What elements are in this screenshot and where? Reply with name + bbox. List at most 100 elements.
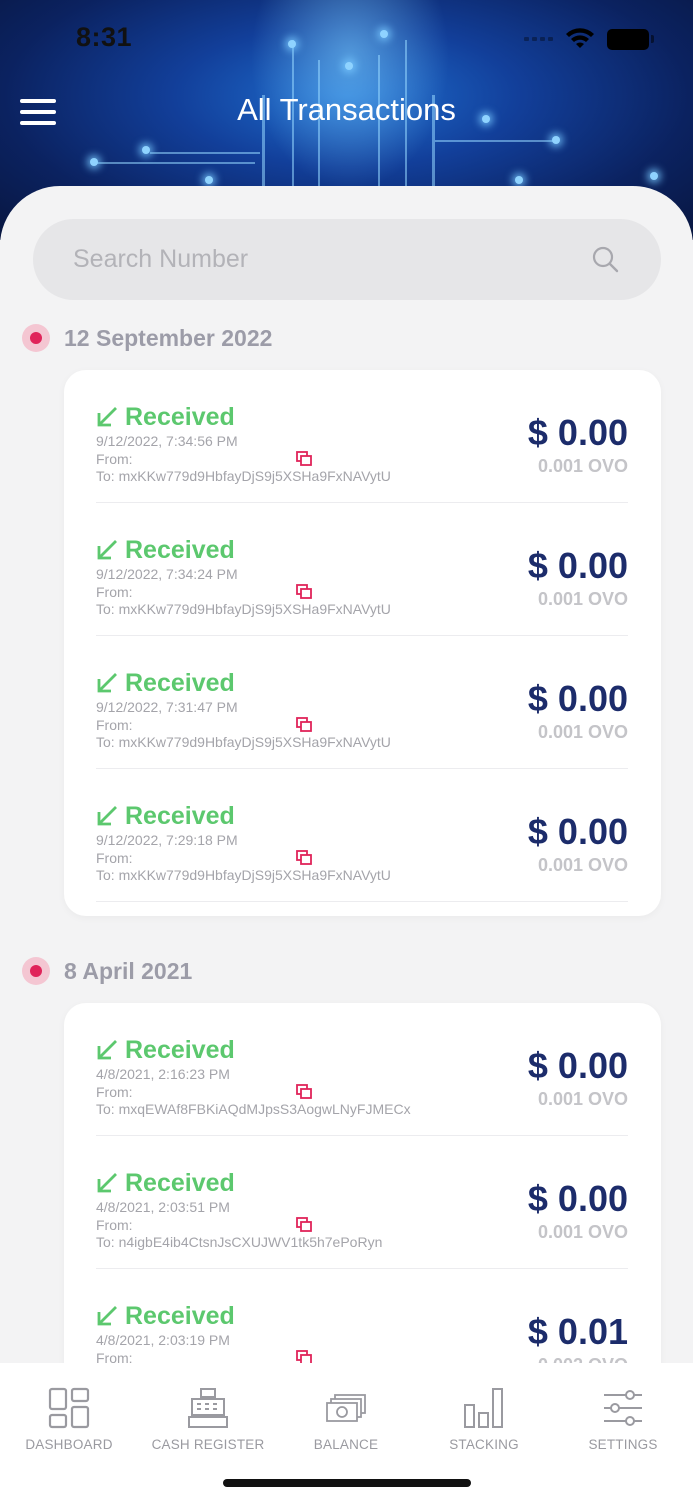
transaction-to: To: mxKKw779d9HbfayDjS9j5XSHa9FxNAVytU <box>96 867 391 883</box>
transaction-to: To: mxKKw779d9HbfayDjS9j5XSHa9FxNAVytU <box>96 468 391 484</box>
copy-icon[interactable] <box>296 1084 312 1099</box>
date-header: 8 April 2021 <box>22 957 192 985</box>
copy-icon[interactable] <box>296 584 312 599</box>
transaction-time: 4/8/2021, 2:03:51 PM <box>96 1199 230 1215</box>
copy-icon[interactable] <box>296 717 312 732</box>
transaction-time: 9/12/2022, 7:34:24 PM <box>96 566 238 582</box>
transaction-row[interactable]: Received 9/12/2022, 7:29:18 PM From: To:… <box>96 769 628 902</box>
balance-icon <box>326 1394 366 1422</box>
transaction-status: Received <box>125 403 235 431</box>
date-label: 12 September 2022 <box>64 324 273 351</box>
transaction-to: To: mxqEWAf8FBKiAQdMJpsS3AogwLNyFJMECx <box>96 1101 411 1117</box>
circuit-node <box>90 158 98 166</box>
circuit-line <box>95 162 255 164</box>
received-arrow-icon <box>97 407 117 427</box>
search-icon[interactable] <box>592 246 619 273</box>
transaction-ovo: 0.001 OVO <box>537 589 628 609</box>
transaction-status: Received <box>125 669 235 697</box>
transaction-usd: $ 0.00 <box>527 811 628 852</box>
transaction-usd: $ 0.01 <box>527 1311 628 1352</box>
home-indicator <box>223 1479 471 1487</box>
transaction-status: Received <box>125 1169 235 1197</box>
received-arrow-icon <box>97 673 117 693</box>
dashboard-icon <box>48 1387 90 1429</box>
transaction-time: 4/8/2021, 2:03:19 PM <box>96 1332 230 1348</box>
tab-cash-register[interactable]: CASH REGISTER <box>139 1387 277 1452</box>
signal-icon <box>524 37 553 41</box>
battery-icon <box>607 28 654 50</box>
transaction-time: 4/8/2021, 2:16:23 PM <box>96 1066 230 1082</box>
transaction-from: From: <box>96 717 133 733</box>
received-arrow-icon <box>97 1306 117 1326</box>
tab-balance[interactable]: BALANCE <box>277 1387 415 1452</box>
transaction-row[interactable]: Received 4/8/2021, 2:03:51 PM From: To: … <box>96 1136 628 1269</box>
circuit-node <box>205 176 213 184</box>
transaction-usd: $ 0.00 <box>527 1178 628 1219</box>
wifi-icon <box>566 28 594 48</box>
transaction-row[interactable]: Received 9/12/2022, 7:34:24 PM From: To:… <box>96 503 628 636</box>
circuit-node <box>142 146 150 154</box>
transaction-time: 9/12/2022, 7:31:47 PM <box>96 699 238 715</box>
status-time: 8:31 <box>76 22 133 52</box>
transaction-ovo: 0.001 OVO <box>537 1222 628 1242</box>
tab-settings[interactable]: SETTINGS <box>554 1387 692 1452</box>
copy-icon[interactable] <box>296 850 312 865</box>
circuit-node <box>552 136 560 144</box>
circuit-line <box>435 140 555 142</box>
tab-stacking[interactable]: STACKING <box>415 1387 553 1452</box>
received-arrow-icon <box>97 806 117 826</box>
transaction-ovo: 0.001 OVO <box>537 722 628 742</box>
circuit-node <box>650 172 658 180</box>
transactions-card: Received 9/12/2022, 7:34:56 PM From: To:… <box>64 370 661 916</box>
transaction-from: From: <box>96 584 133 600</box>
copy-icon[interactable] <box>296 1217 312 1232</box>
transaction-usd: $ 0.00 <box>527 412 628 453</box>
search-bar[interactable] <box>33 219 661 300</box>
received-arrow-icon <box>97 1173 117 1193</box>
transaction-from: From: <box>96 451 133 467</box>
date-label: 8 April 2021 <box>64 957 193 984</box>
transaction-from: From: <box>96 1084 133 1100</box>
copy-icon[interactable] <box>296 451 312 466</box>
settings-icon <box>604 1390 642 1426</box>
transaction-from: From: <box>96 850 133 866</box>
transaction-time: 9/12/2022, 7:34:56 PM <box>96 433 238 449</box>
transaction-status: Received <box>125 1036 235 1064</box>
stacking-icon <box>464 1388 503 1428</box>
tab-label: DASHBOARD <box>25 1437 113 1452</box>
received-arrow-icon <box>97 540 117 560</box>
tab-label: STACKING <box>449 1437 519 1452</box>
transactions-card: Received 4/8/2021, 2:16:23 PM From: To: … <box>64 1003 661 1403</box>
circuit-node <box>515 176 523 184</box>
transaction-from: From: <box>96 1217 133 1233</box>
transaction-status: Received <box>125 536 235 564</box>
tab-label: SETTINGS <box>588 1437 658 1452</box>
circuit-node <box>288 40 296 48</box>
transaction-row[interactable]: Received 4/8/2021, 2:16:23 PM From: To: … <box>96 1003 628 1136</box>
date-header: 12 September 2022 <box>22 324 272 352</box>
transaction-to: To: n4igbE4ib4CtsnJsCXUJWV1tk5h7ePoRyn <box>96 1234 383 1250</box>
circuit-line <box>150 152 260 154</box>
transaction-to: To: mxKKw779d9HbfayDjS9j5XSHa9FxNAVytU <box>96 601 391 617</box>
transaction-usd: $ 0.00 <box>527 545 628 586</box>
circuit-node <box>380 30 388 38</box>
tab-dashboard[interactable]: DASHBOARD <box>0 1387 138 1452</box>
transaction-row[interactable]: Received 9/12/2022, 7:34:56 PM From: To:… <box>96 370 628 503</box>
search-input[interactable] <box>73 219 593 300</box>
transaction-ovo: 0.001 OVO <box>537 456 628 476</box>
transaction-usd: $ 0.00 <box>527 678 628 719</box>
transaction-ovo: 0.001 OVO <box>537 855 628 875</box>
transaction-row[interactable]: Received 9/12/2022, 7:31:47 PM From: To:… <box>96 636 628 769</box>
transaction-status: Received <box>125 1302 235 1330</box>
tab-label: BALANCE <box>313 1437 379 1452</box>
transaction-time: 9/12/2022, 7:29:18 PM <box>96 832 238 848</box>
transaction-status: Received <box>125 802 235 830</box>
transaction-to: To: mxKKw779d9HbfayDjS9j5XSHa9FxNAVytU <box>96 734 391 750</box>
date-marker-icon <box>22 957 50 985</box>
status-icons <box>524 28 654 50</box>
transaction-ovo: 0.001 OVO <box>537 1089 628 1109</box>
transaction-usd: $ 0.00 <box>527 1045 628 1086</box>
circuit-node <box>345 62 353 70</box>
date-marker-icon <box>22 324 50 352</box>
tab-label: CASH REGISTER <box>151 1437 265 1452</box>
